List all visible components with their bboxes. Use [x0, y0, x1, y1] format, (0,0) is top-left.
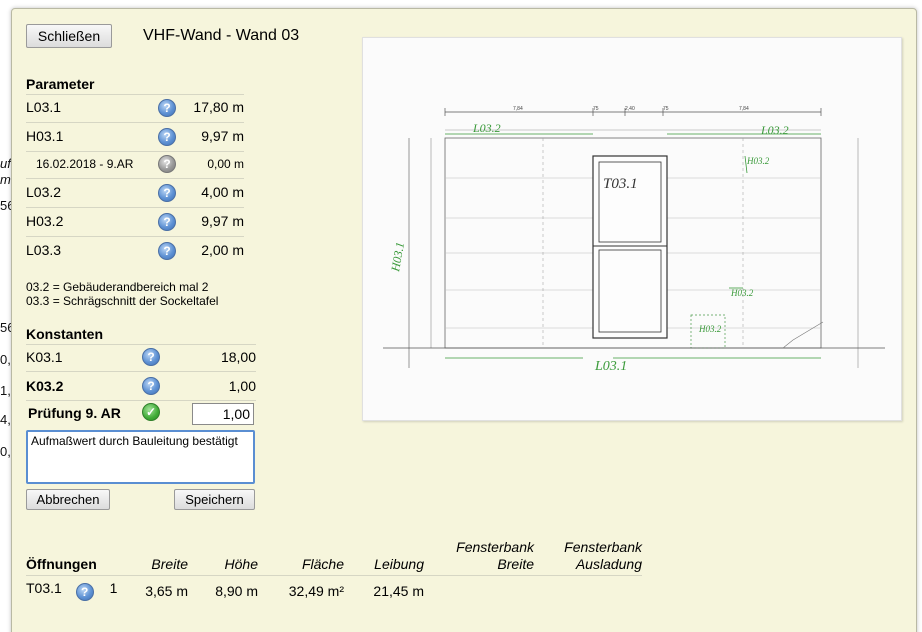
pruefung-label: Prüfung 9. AR [28, 405, 121, 421]
dim-label: 7,84 [513, 106, 523, 112]
konstanten-heading: Konstanten [26, 326, 103, 342]
handwritten-label: L03.2 [760, 123, 789, 137]
opening-leibung: 21,45 m [373, 582, 424, 599]
table-row: T03.1 ? 1 3,65 m 8,90 m 32,49 m² 21,45 m [26, 576, 642, 602]
parameter-label: 16.02.2018 - 9.AR [36, 157, 134, 171]
info-icon-gray[interactable]: ? [158, 155, 176, 173]
konstanten-row: K03.1 ? 18,00 [26, 344, 256, 372]
background-text: 1, [0, 383, 11, 398]
column-header: Fläche [258, 539, 344, 576]
parameter-note: 03.3 = Schrägschnitt der Sockeltafel [26, 294, 219, 308]
comment-textarea[interactable]: Aufmaßwert durch Bauleitung bestätigt [26, 430, 255, 484]
column-header: Breite [136, 539, 188, 576]
parameter-heading: Parameter [26, 76, 95, 92]
background-text: 4, [0, 412, 11, 427]
parameter-label: L03.2 [26, 184, 62, 200]
background-text: 0, [0, 352, 11, 367]
opening-hoehe: 8,90 m [215, 582, 258, 599]
konstanten-label: K03.1 [26, 349, 63, 365]
parameter-value: 0,00 m [207, 157, 244, 171]
handwritten-label: L03.1 [594, 359, 627, 374]
parameter-row: L03.2 ? 4,00 m [26, 180, 244, 208]
handwritten-label: T03.1 [603, 176, 638, 192]
info-icon[interactable]: ? [158, 213, 176, 231]
parameter-value: 17,80 m [193, 99, 244, 115]
parameter-value: 9,97 m [201, 128, 244, 144]
parameter-value: 4,00 m [201, 184, 244, 200]
pruefung-value-input[interactable] [192, 403, 254, 425]
wall-drawing-svg: 7,84 75 2,40 75 7,84 L03.2 L03.2 T03.1 H… [383, 106, 885, 374]
dim-label: 7,84 [739, 106, 749, 112]
check-icon[interactable]: ✓ [142, 403, 160, 421]
cancel-button[interactable]: Abbrechen [26, 489, 110, 510]
background-text: m [0, 172, 11, 187]
parameter-row: L03.3 ? 2,00 m [26, 238, 244, 266]
parameter-label: L03.1 [26, 99, 62, 115]
konstanten-value: 18,00 [220, 349, 256, 365]
wall-dialog: Schließen VHF-Wand - Wand 03 Parameter L… [11, 8, 917, 632]
parameter-value: 9,97 m [201, 213, 244, 229]
info-icon[interactable]: ? [158, 242, 176, 260]
dialog-title: VHF-Wand - Wand 03 [143, 27, 300, 44]
handwritten-label: H03.2 [698, 324, 722, 334]
pruefung-row: Prüfung 9. AR ✓ [26, 401, 256, 427]
dim-label: 75 [663, 106, 669, 112]
openings-heading: Öffnungen [26, 539, 136, 576]
dim-label: 75 [593, 106, 599, 112]
handwritten-label: H03.1 [388, 241, 407, 274]
handwritten-label: L03.2 [472, 121, 501, 135]
opening-flaeche: 32,49 m² [288, 582, 344, 599]
konstanten-value: 1,00 [228, 378, 256, 394]
info-icon[interactable]: ? [142, 348, 160, 366]
parameter-value: 2,00 m [201, 242, 244, 258]
save-button[interactable]: Speichern [174, 489, 255, 510]
parameter-row: H03.2 ? 9,97 m [26, 209, 244, 237]
info-icon[interactable]: ? [158, 184, 176, 202]
parameter-label: H03.2 [26, 213, 64, 229]
parameter-row: L03.1 ? 17,80 m [26, 95, 244, 123]
parameter-label: H03.1 [26, 128, 64, 144]
konstanten-row: K03.2 ? 1,00 [26, 373, 256, 401]
info-icon[interactable]: ? [158, 128, 176, 146]
opening-name: T03.1 [26, 580, 62, 596]
dim-label: 2,40 [625, 106, 635, 112]
opening-fb-breite [424, 576, 534, 602]
background-text: 0, [0, 444, 11, 459]
handwritten-label: H03.2 [730, 288, 754, 298]
parameter-row: H03.1 ? 9,97 m [26, 124, 244, 152]
info-icon[interactable]: ? [75, 583, 94, 601]
parameter-note: 03.2 = Gebäuderandbereich mal 2 [26, 280, 209, 294]
column-header: Fensterbank Breite [424, 539, 534, 576]
parameter-row: 16.02.2018 - 9.AR ? 0,00 m [26, 151, 244, 179]
column-header: Höhe [188, 539, 258, 576]
parameter-label: L03.3 [26, 242, 62, 258]
konstanten-label: K03.2 [26, 378, 64, 394]
opening-fb-ausladung [534, 576, 642, 602]
column-header: Fensterbank Ausladung [534, 539, 642, 576]
opening-breite: 3,65 m [145, 582, 188, 599]
info-icon[interactable]: ? [142, 377, 160, 395]
info-icon[interactable]: ? [158, 99, 176, 117]
handwritten-label: H03.2 [746, 156, 770, 166]
opening-count: 1 [109, 580, 118, 596]
close-button[interactable]: Schließen [26, 24, 112, 48]
wall-drawing: 7,84 75 2,40 75 7,84 L03.2 L03.2 T03.1 H… [362, 37, 902, 421]
column-header: Leibung [344, 539, 424, 576]
openings-table: Öffnungen Breite Höhe Fläche Leibung Fen… [26, 539, 642, 601]
